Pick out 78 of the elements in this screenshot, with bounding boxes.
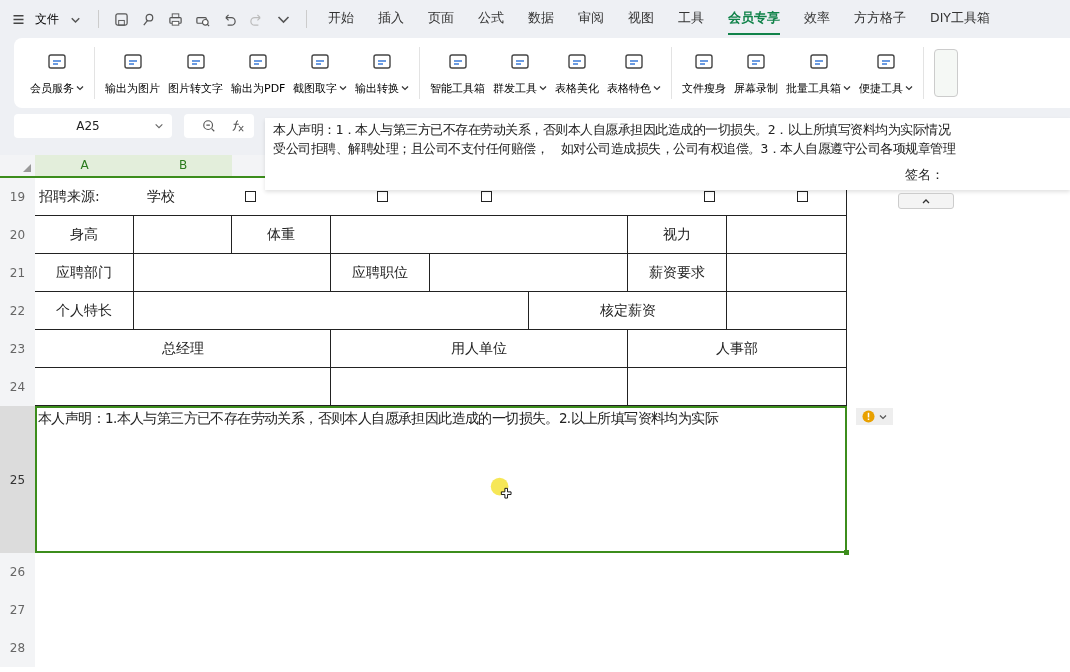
caret-icon xyxy=(401,84,410,92)
ribbon-button[interactable]: 便捷工具 xyxy=(855,50,918,96)
ribbon-button[interactable]: 表格美化 xyxy=(551,50,604,96)
table-cell: 体重 xyxy=(232,216,331,254)
row-header[interactable]: 26 xyxy=(0,553,35,591)
caret-icon xyxy=(905,84,914,92)
caret-icon xyxy=(653,84,662,92)
ribbon-button[interactable]: 屏幕录制 xyxy=(730,50,783,96)
formula-text: 受公司拒聘、解聘处理；且公司不支付任何赔偿， 如对公司造成损失，公司有权追偿。3．本人自愿遵守公司各项规章管理 xyxy=(273,140,957,158)
ribbon-tab[interactable]: 效率 xyxy=(804,3,830,35)
caret-icon xyxy=(339,84,348,92)
ribbon-button[interactable]: 批量工具箱 xyxy=(782,50,856,96)
row-header[interactable]: 21 xyxy=(0,254,35,292)
ribbon-button[interactable]: 群发工具 xyxy=(489,50,552,96)
checkbox[interactable] xyxy=(481,191,492,202)
ribbon-tab[interactable]: 插入 xyxy=(378,3,404,35)
row-header[interactable]: 25 xyxy=(0,406,35,553)
table-cell: 身高 xyxy=(35,216,134,254)
ribbon-tab[interactable]: 方方格子 xyxy=(854,3,906,35)
checkbox[interactable] xyxy=(377,191,388,202)
table-cell: 应聘职位 xyxy=(331,254,430,292)
table-cell: 视力 xyxy=(628,216,727,254)
name-box[interactable]: A25 xyxy=(14,114,172,138)
print-icon[interactable] xyxy=(168,11,183,27)
ribbon-tab[interactable]: 公式 xyxy=(478,3,504,35)
table-cell: 总经理 xyxy=(35,330,331,368)
caret-icon[interactable] xyxy=(879,412,887,421)
column-header[interactable]: A xyxy=(35,155,134,176)
column-header[interactable]: B xyxy=(134,155,232,176)
checkbox[interactable] xyxy=(704,191,715,202)
selected-cell[interactable]: 本人声明：1.本人与第三方已不存在劳动关系，否则本人自愿承担因此造成的一切损失。2.以上所填写资料均为实际 xyxy=(35,406,847,553)
ribbon-button[interactable]: 文件瘦身 xyxy=(678,50,731,96)
row-header[interactable]: 28 xyxy=(0,629,35,667)
ribbon-button[interactable]: 会员服务 xyxy=(26,50,88,96)
checkbox[interactable] xyxy=(797,191,808,202)
row-header[interactable]: 27 xyxy=(0,591,35,629)
ribbon-tab[interactable]: 会员专享 xyxy=(728,3,780,35)
row-header[interactable]: 20 xyxy=(0,216,35,254)
caret-icon xyxy=(76,84,84,92)
table-cell: 薪资要求 xyxy=(628,254,727,292)
ribbon-tab[interactable]: 审阅 xyxy=(578,3,604,35)
row-header[interactable]: 19 xyxy=(0,178,35,216)
ribbon-button[interactable]: 图片转文字 xyxy=(164,50,227,96)
ribbon-tab[interactable]: 页面 xyxy=(428,3,454,35)
caret-icon xyxy=(154,121,164,131)
formula-text: 本人声明：1．本人与第三方已不存在劳动关系，否则本人自愿承担因此造成的一切损失。2．以上所填写资料均为实际情况 xyxy=(273,121,952,139)
table-cell: 学校 xyxy=(147,188,175,206)
table-cell: 应聘部门 xyxy=(35,254,134,292)
ribbon-button[interactable]: 智能工具箱 xyxy=(426,50,490,96)
ribbon-tab[interactable]: 数据 xyxy=(528,3,554,35)
ribbon-tab[interactable]: DIY工具箱 xyxy=(930,3,990,35)
row-header[interactable]: 22 xyxy=(0,292,35,330)
ribbon-button[interactable]: 截图取字 xyxy=(289,50,352,96)
checkbox[interactable] xyxy=(245,191,256,202)
select-all-icon[interactable] xyxy=(23,164,31,172)
ribbon-tab[interactable]: 开始 xyxy=(328,3,354,35)
ribbon-button[interactable]: 表格特色 xyxy=(603,50,666,96)
function-icon[interactable] xyxy=(230,119,246,133)
table-cell: 人事部 xyxy=(628,330,847,368)
caret-icon xyxy=(843,84,852,92)
ribbon-button[interactable]: 输出为图片 xyxy=(101,50,164,96)
zoom-icon[interactable] xyxy=(202,119,216,133)
ribbon-tab[interactable]: 视图 xyxy=(628,3,654,35)
row-header[interactable]: 24 xyxy=(0,368,35,406)
table-cell-text: 本人声明：1.本人与第三方已不存在劳动关系，否则本人自愿承担因此造成的一切损失。2.以上所填写资料均为实际 xyxy=(37,409,720,428)
signature-label: 签名： xyxy=(905,166,944,184)
caret-icon xyxy=(539,84,548,92)
table-cell: 核定薪资 xyxy=(529,292,727,330)
ribbon-button[interactable]: 输出转换 xyxy=(351,50,414,96)
save-icon[interactable] xyxy=(114,11,129,27)
ribbon-button[interactable]: 输出为PDF xyxy=(227,50,290,96)
table-cell: 个人特长 xyxy=(35,292,134,330)
caret-icon xyxy=(922,198,930,204)
table-cell: 用人单位 xyxy=(331,330,628,368)
table-cell: 招聘来源: xyxy=(39,188,100,206)
row-header[interactable]: 23 xyxy=(0,330,35,368)
ribbon-tab[interactable]: 工具 xyxy=(678,3,704,35)
file-menu[interactable]: 文件 xyxy=(35,10,59,28)
